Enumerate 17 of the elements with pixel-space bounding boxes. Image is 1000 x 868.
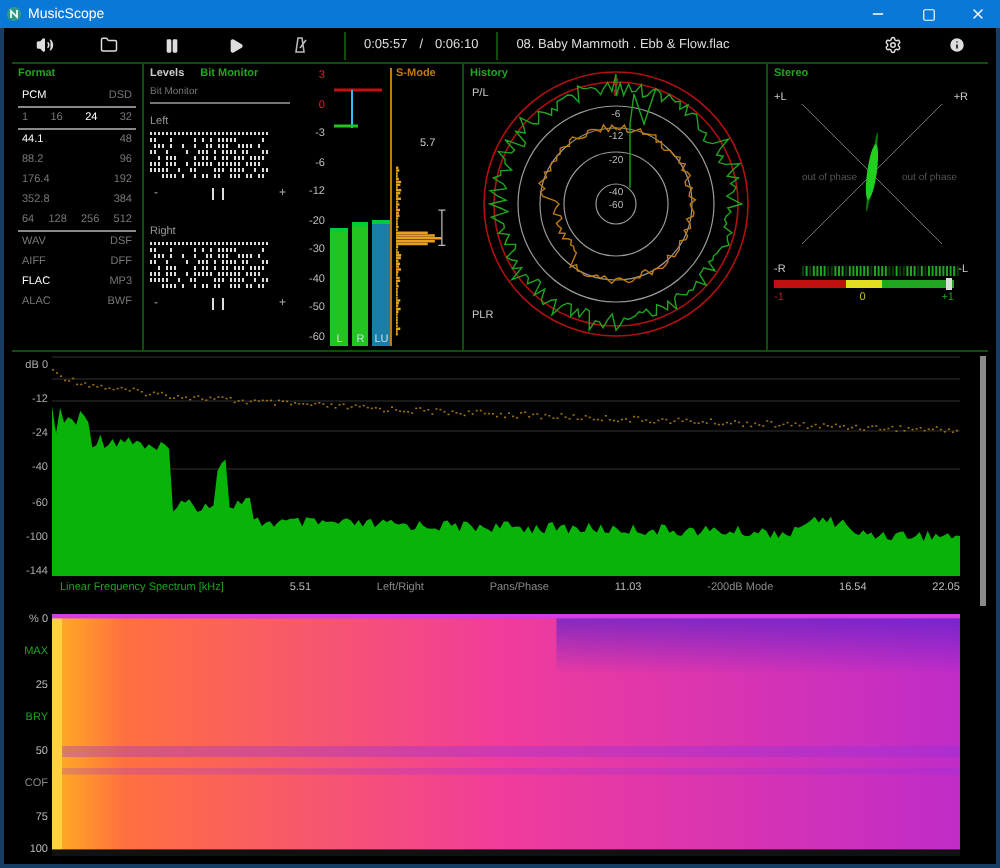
info-icon	[947, 36, 965, 54]
bit-grid-drawing	[150, 242, 270, 290]
settings-icon	[883, 36, 901, 54]
metronome-icon[interactable]	[292, 36, 308, 54]
speaker-icon	[35, 36, 53, 54]
app-logo-icon	[6, 6, 22, 22]
close-icon	[970, 6, 986, 22]
scrollbar[interactable]	[979, 356, 985, 606]
bit-grid-drawing	[150, 132, 270, 180]
pause-icon	[164, 37, 180, 53]
bit-marker-icon	[210, 188, 227, 200]
maximize-icon	[921, 7, 935, 21]
peak-marker-drawing	[330, 84, 383, 132]
play-icon	[228, 37, 244, 53]
bit-marker-icon	[210, 298, 227, 310]
folder-icon	[99, 36, 117, 54]
vectorscope-trace	[865, 132, 879, 212]
